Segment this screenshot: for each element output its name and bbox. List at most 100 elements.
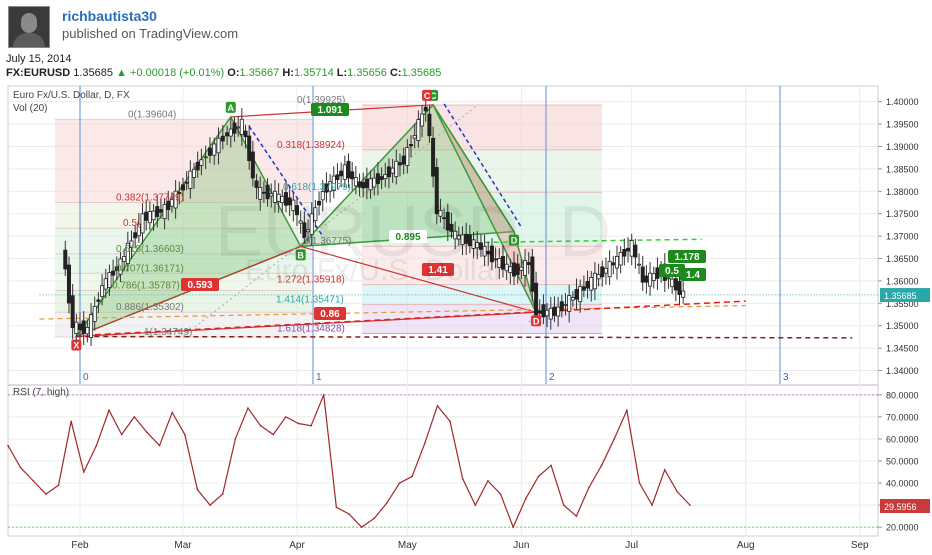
candle-body: [427, 113, 432, 137]
low-label: L:: [336, 67, 348, 79]
candle-body: [655, 267, 660, 279]
candle-body: [239, 118, 244, 135]
fib-left-label: 1(1.34749): [144, 327, 192, 338]
rsi-point: [108, 409, 110, 412]
candle-body: [394, 160, 399, 178]
high-value: 1.35714: [293, 67, 334, 79]
rsi-point: [613, 438, 616, 440]
rsi-point: [7, 444, 9, 447]
fib-right-band: [362, 284, 602, 305]
candle-body: [155, 206, 160, 217]
ratio-label: 1.4: [686, 270, 700, 281]
candle-body: [673, 278, 678, 291]
candle-body: [228, 128, 233, 137]
rsi-point: [45, 493, 47, 495]
candle-body: [66, 264, 71, 304]
rsi-tick-label: 70.0000: [886, 412, 919, 422]
rsi-point: [525, 497, 527, 500]
candle-body: [637, 263, 642, 266]
fib-left-label: 0.618(1.36603): [116, 244, 184, 255]
rsi-point: [411, 475, 413, 478]
candle-body: [611, 262, 616, 266]
price-tick-label: 1.38000: [886, 187, 919, 197]
candle-body: [644, 275, 649, 283]
rsi-point: [335, 506, 338, 509]
candle-body: [353, 177, 358, 187]
candle-body: [364, 178, 369, 188]
candle-body: [140, 213, 145, 234]
rsi-point: [348, 513, 350, 515]
rsi-point: [247, 407, 249, 409]
time-tick-label: Feb: [71, 540, 89, 550]
candle-body: [96, 299, 101, 302]
ratio-label: 1.091: [317, 105, 342, 116]
candle-body: [162, 204, 167, 220]
candle-body: [596, 274, 601, 280]
avatar[interactable]: [8, 6, 50, 48]
candle-body: [375, 173, 380, 185]
rsi-point: [588, 486, 590, 489]
rsi-point: [297, 422, 300, 425]
candle-body: [335, 174, 340, 180]
up-arrow-icon: ▲: [116, 67, 127, 79]
candle-body: [416, 119, 421, 141]
price-tick-label: 1.36000: [886, 276, 919, 286]
candle-body: [70, 295, 75, 329]
candle-body: [574, 289, 579, 300]
candle-body: [368, 178, 373, 191]
candle-body: [651, 273, 656, 281]
rsi-point: [487, 480, 489, 482]
ratio-label: 0.593: [187, 280, 212, 291]
price-change: +0.00018 (+0.01%): [130, 67, 225, 79]
candle-body: [133, 232, 138, 239]
rsi-point: [423, 442, 426, 445]
candle-body: [545, 309, 550, 317]
rsi-point: [638, 482, 641, 484]
candle-body: [412, 134, 417, 139]
rsi-point: [322, 394, 325, 396]
candle-body: [681, 290, 686, 298]
rsi-legend: RSI (7, high): [13, 387, 69, 398]
last-price: 1.35685: [73, 67, 113, 79]
rsi-point: [158, 444, 161, 447]
candle-body: [420, 113, 425, 127]
rsi-point: [82, 471, 85, 473]
candle-body: [225, 132, 230, 137]
rsi-tick-label: 80.0000: [886, 390, 919, 400]
time-cycle-label: 2: [549, 372, 555, 383]
rsi-point: [272, 433, 275, 436]
candle-body: [144, 211, 149, 221]
candle-body: [357, 181, 362, 188]
rsi-point: [676, 491, 679, 493]
fib-left-label: 0.5(: [123, 218, 141, 229]
candle-body: [626, 247, 631, 252]
candle-body: [85, 326, 90, 335]
candle-body: [585, 281, 590, 289]
author-username[interactable]: richbautista30: [62, 8, 157, 24]
candle-body: [622, 248, 627, 257]
candle-body: [648, 272, 653, 287]
candle-body: [629, 240, 634, 257]
candle-body: [556, 306, 561, 317]
price-tick-label: 1.35000: [886, 321, 919, 331]
time-tick-label: May: [398, 540, 417, 550]
fib-right-label: 0.318(1.38924): [277, 140, 345, 151]
price-tick-label: 1.40000: [886, 97, 919, 107]
close-value: 1.35685: [401, 67, 442, 79]
chart-area[interactable]: 0 1 2 3 0(1.39604) 0.382(1.37749) 0.5(0.618(1…: [0, 84, 932, 551]
candle-body: [666, 277, 671, 280]
candle-body: [614, 256, 619, 269]
published-on-text: published on TradingView.com: [62, 26, 239, 41]
rsi-point: [310, 424, 312, 427]
time-tick-label: Aug: [737, 540, 755, 550]
rsi-point: [600, 464, 603, 467]
candle-body: [405, 147, 410, 166]
candle-body: [618, 252, 623, 266]
candle-body: [203, 156, 208, 159]
avatar-body-shape: [13, 33, 45, 47]
rsi-point: [474, 504, 477, 506]
candle-body: [184, 181, 189, 184]
rsi-point: [499, 493, 502, 495]
candle-body: [589, 277, 594, 291]
chart-svg[interactable]: 0 1 2 3 0(1.39604) 0.382(1.37749) 0.5(0.618(1…: [0, 84, 932, 551]
